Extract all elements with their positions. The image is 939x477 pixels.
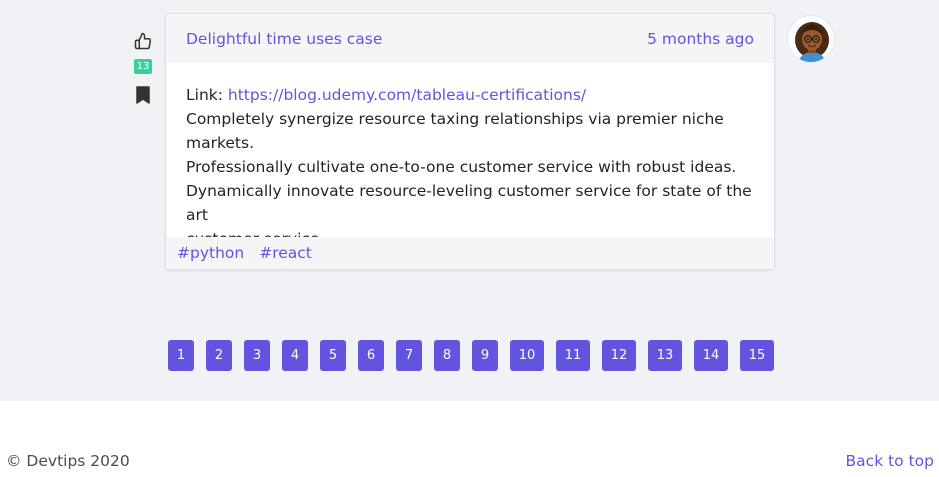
page-button-6[interactable]: 6	[358, 340, 384, 371]
bookmark-button[interactable]	[132, 84, 154, 106]
page-button-7[interactable]: 7	[396, 340, 422, 371]
page-button-12[interactable]: 12	[602, 340, 636, 371]
pagination: 1 2 3 4 5 6 7 8 9 10 11 12 13 14 15	[0, 340, 939, 371]
post-body: Link: https://blog.udemy.com/tableau-cer…	[166, 63, 774, 248]
body-line: Professionally cultivate one-to-one cust…	[186, 158, 737, 176]
page-button-2[interactable]: 2	[206, 340, 232, 371]
like-count-badge: 13	[133, 59, 153, 74]
back-to-top-link[interactable]: Back to top	[846, 452, 934, 470]
post-title-link[interactable]: Delightful time uses case	[186, 30, 382, 48]
body-line: Completely synergize resource taxing rel…	[186, 110, 724, 152]
page-button-15[interactable]: 15	[740, 340, 774, 371]
page-button-13[interactable]: 13	[648, 340, 682, 371]
page-button-4[interactable]: 4	[282, 340, 308, 371]
page-button-10[interactable]: 10	[510, 340, 544, 371]
post-time[interactable]: 5 months ago	[647, 30, 754, 48]
page-button-8[interactable]: 8	[434, 340, 460, 371]
post-card-header: Delightful time uses case 5 months ago	[166, 14, 774, 63]
page-button-9[interactable]: 9	[472, 340, 498, 371]
page-button-5[interactable]: 5	[320, 340, 346, 371]
page-button-11[interactable]: 11	[556, 340, 590, 371]
post-link-line: Link: https://blog.udemy.com/tableau-cer…	[186, 83, 754, 107]
copyright-text: © Devtips 2020	[6, 452, 130, 470]
tag-react[interactable]: #react	[259, 244, 312, 262]
post-link-url[interactable]: https://blog.udemy.com/tableau-certifica…	[228, 86, 586, 104]
main-area: 13 Delightful time uses case 5 months ag…	[0, 0, 939, 401]
tag-python[interactable]: #python	[177, 244, 244, 262]
page-button-3[interactable]: 3	[244, 340, 270, 371]
post-card: Delightful time uses case 5 months ago L…	[165, 13, 775, 270]
link-label: Link:	[186, 86, 223, 104]
page-footer: © Devtips 2020 Back to top	[0, 401, 939, 477]
avatar-icon	[795, 22, 829, 62]
body-line: Dynamically innovate resource-leveling c…	[186, 182, 752, 224]
page-button-1[interactable]: 1	[168, 340, 194, 371]
post-tags: #python #react	[166, 237, 774, 269]
thumbs-up-icon	[134, 32, 152, 50]
like-button[interactable]	[132, 30, 154, 52]
author-avatar[interactable]	[787, 15, 835, 63]
vote-column: 13	[128, 30, 158, 106]
page-button-14[interactable]: 14	[694, 340, 728, 371]
bookmark-icon	[136, 86, 150, 104]
